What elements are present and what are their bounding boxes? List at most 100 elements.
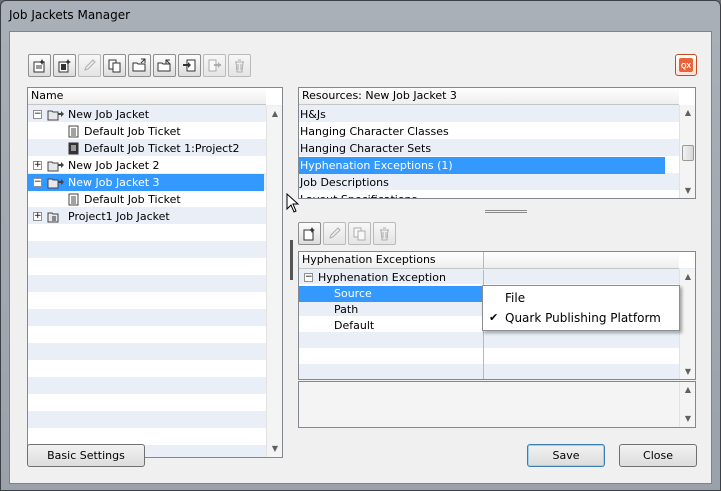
collapse-toggle[interactable]: − (33, 178, 42, 187)
menu-item-label: File (505, 291, 526, 305)
tree-item-new-job-jacket[interactable]: − New Job Jacket (28, 106, 264, 123)
row-label-cell: Path (299, 302, 483, 318)
resource-item-hanging-character-classes[interactable]: Hanging Character Classes (299, 123, 665, 140)
job-jackets-tree[interactable]: Name − New Job Jacket Default Job Ticket… (27, 87, 283, 458)
resources-vertical-scrollbar[interactable]: ▲ ▼ (679, 105, 695, 198)
main-toolbar (28, 54, 251, 77)
new-job-jacket-button[interactable] (28, 54, 51, 77)
panel-splitter-handle[interactable] (485, 210, 527, 213)
window-title: Job Jackets Manager (9, 8, 131, 22)
row-label: Default (334, 319, 375, 332)
scroll-up-icon[interactable]: ▲ (680, 105, 695, 121)
title-bar[interactable]: Job Jackets Manager (1, 1, 720, 31)
tree-item-default-job-ticket-1[interactable]: Default Job Ticket 1:Project2 (28, 140, 264, 157)
duplicate-icon (353, 227, 366, 241)
job-ticket-icon (68, 193, 79, 206)
tree-item-project1-job-jacket[interactable]: + Project1 Job Jacket (28, 208, 264, 225)
new-item-icon (303, 227, 315, 241)
expand-toggle[interactable]: + (33, 161, 42, 170)
details-vertical-scrollbar[interactable]: ▲ ▼ (679, 269, 695, 379)
menu-item-file[interactable]: File (483, 288, 679, 308)
edit-pencil-icon (329, 227, 341, 239)
description-vertical-scrollbar[interactable]: ▲ ▼ (679, 382, 695, 427)
export-button[interactable] (203, 54, 226, 77)
scroll-down-icon[interactable]: ▼ (267, 441, 282, 457)
duplicate-item-button[interactable] (348, 222, 371, 245)
tree-item-default-job-ticket[interactable]: Default Job Ticket (28, 123, 264, 140)
duplicate-icon (108, 59, 121, 73)
scroll-up-icon[interactable]: ▲ (680, 269, 695, 285)
tree-item-new-job-jacket-2[interactable]: + New Job Jacket 2 (28, 157, 264, 174)
details-header-label: Hyphenation Exceptions (302, 253, 436, 266)
row-label-cell: Source (299, 286, 483, 302)
open-alt-button[interactable] (153, 54, 176, 77)
job-ticket-icon (68, 142, 79, 155)
new-job-ticket-button[interactable] (53, 54, 76, 77)
resource-item-hanging-character-sets[interactable]: Hanging Character Sets (299, 140, 665, 157)
resource-item-hjs[interactable]: H&Js (299, 106, 665, 123)
job-ticket-icon (68, 125, 79, 138)
close-button[interactable]: Close (619, 444, 697, 467)
tree-item-label: New Job Jacket (68, 108, 150, 121)
dialog-client-area: QX Name − New Job Jacket Default Job Tic… (9, 31, 712, 484)
duplicate-button[interactable] (103, 54, 126, 77)
import-button[interactable] (178, 54, 201, 77)
new-item-button[interactable] (298, 222, 321, 245)
job-jacket-icon (47, 178, 64, 189)
basic-settings-button[interactable]: Basic Settings (27, 444, 145, 467)
tree-item-label: Default Job Ticket (84, 125, 181, 138)
project-job-jacket-icon (47, 212, 59, 223)
collapse-toggle[interactable]: − (33, 110, 42, 119)
mouse-pointer-icon (286, 193, 300, 213)
save-button[interactable]: Save (527, 444, 605, 467)
tree-item-new-job-jacket-3[interactable]: − New Job Jacket 3 (28, 174, 264, 191)
details-toolbar (298, 222, 396, 245)
column-divider (483, 252, 484, 269)
scroll-up-icon[interactable]: ▲ (267, 106, 282, 122)
tree-vertical-scrollbar[interactable]: ▲ ▼ (266, 106, 282, 457)
delete-button[interactable] (228, 54, 251, 77)
row-value-cell (483, 270, 679, 286)
row-label-cell: Default (299, 318, 483, 334)
resources-list[interactable]: Resources: New Job Jacket 3 H&Js Hanging… (298, 87, 696, 199)
resource-item-hyphenation-exceptions[interactable]: Hyphenation Exceptions (1) (299, 157, 665, 174)
collapse-toggle[interactable]: − (304, 273, 313, 282)
checkmark-icon: ✔ (489, 311, 499, 324)
row-label: Source (334, 287, 372, 300)
scroll-thumb[interactable] (682, 145, 694, 161)
details-header: Hyphenation Exceptions (299, 252, 679, 269)
resource-item-layout-specifications[interactable]: Layout Specifications (299, 191, 665, 198)
scroll-down-icon[interactable]: ▼ (680, 411, 695, 427)
column-divider (483, 334, 679, 379)
quark-close-button[interactable]: QX (675, 54, 697, 76)
scroll-down-icon[interactable]: ▼ (680, 183, 695, 198)
source-dropdown-menu: File ✔ Quark Publishing Platform (482, 285, 680, 331)
job-jacket-icon (47, 161, 64, 172)
row-label: Path (334, 303, 359, 316)
grid-row-empty (299, 334, 679, 379)
job-jacket-icon (47, 110, 64, 121)
tree-item-default-job-ticket-nj3[interactable]: Default Job Ticket (28, 191, 264, 208)
resource-item-job-descriptions[interactable]: Job Descriptions (299, 174, 665, 191)
job-jackets-manager-window: Job Jackets Manager QX Name − New Job Ja… (0, 0, 721, 491)
vertical-splitter-handle[interactable] (290, 240, 293, 280)
tree-item-label: New Job Jacket 2 (68, 159, 160, 172)
grid-row-hyphenation-exception[interactable]: − Hyphenation Exception (299, 270, 679, 286)
delete-item-button[interactable] (373, 222, 396, 245)
scroll-down-icon[interactable]: ▼ (680, 364, 695, 379)
row-label: Hyphenation Exception (318, 271, 446, 284)
edit-item-button[interactable] (323, 222, 346, 245)
edit-button[interactable] (78, 54, 101, 77)
resources-header: Resources: New Job Jacket 3 (299, 88, 679, 105)
new-job-ticket-icon (58, 59, 71, 73)
menu-item-quark-publishing-platform[interactable]: ✔ Quark Publishing Platform (483, 308, 679, 328)
scroll-up-icon[interactable]: ▲ (680, 382, 695, 398)
expand-toggle[interactable]: + (33, 212, 42, 221)
delete-trash-icon (235, 59, 244, 73)
tree-column-header[interactable]: Name (28, 88, 266, 105)
import-icon (183, 59, 196, 72)
open-button[interactable] (128, 54, 151, 77)
tree-item-label: Default Job Ticket 1:Project2 (84, 142, 240, 155)
edit-pencil-icon (84, 59, 96, 71)
export-icon (208, 59, 221, 72)
